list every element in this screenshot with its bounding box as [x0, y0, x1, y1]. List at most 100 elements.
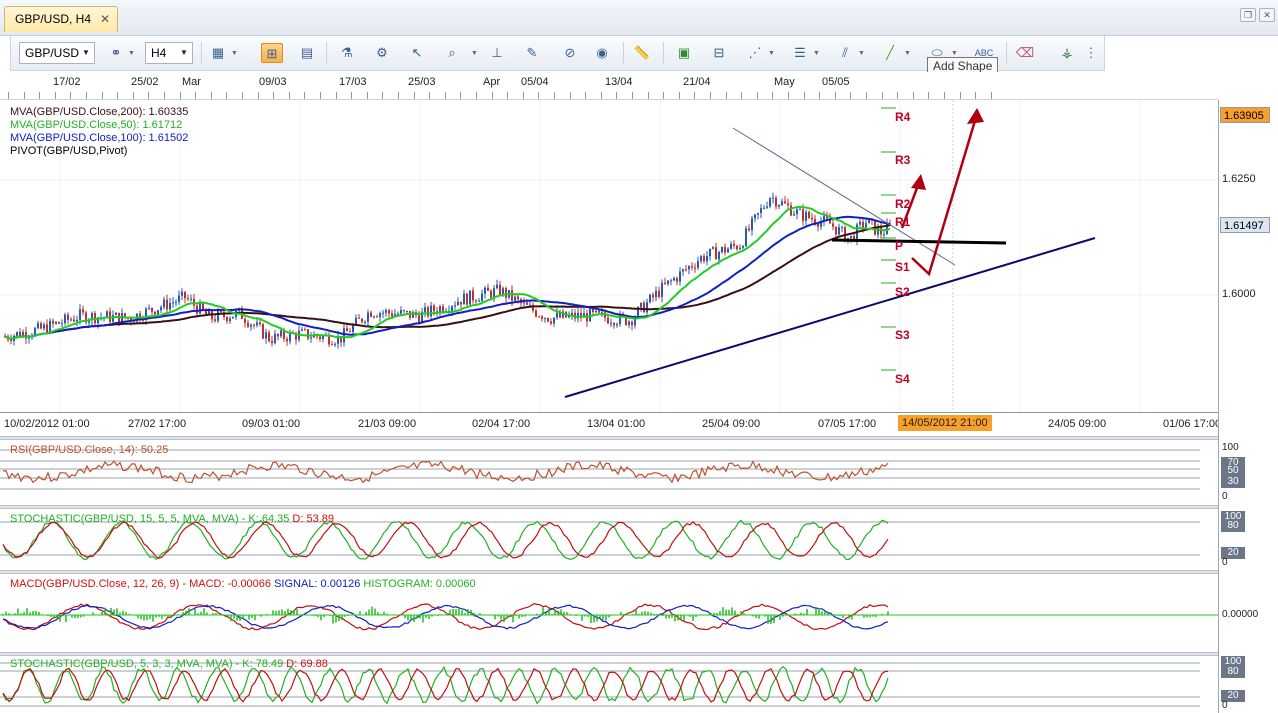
- candle-body: [286, 338, 288, 342]
- candle-body: [880, 227, 882, 235]
- trendline-edit-icon[interactable]: ✎: [521, 43, 543, 63]
- symbol-select[interactable]: GBP/USD ▼: [19, 42, 95, 64]
- axis-tick: [928, 92, 929, 99]
- close-window-icon[interactable]: ✕: [1259, 8, 1275, 22]
- more-icon[interactable]: ⋮: [1084, 43, 1098, 63]
- chevron-down-icon[interactable]: ▼: [231, 50, 238, 57]
- compass-icon[interactable]: ⊘: [559, 43, 581, 63]
- hierarchy-icon[interactable]: ⚶: [1056, 43, 1078, 63]
- panel-divider[interactable]: [0, 570, 1278, 574]
- candle-body: [250, 324, 252, 327]
- indicator-icon[interactable]: ⚗: [336, 43, 358, 63]
- candle-body: [109, 311, 111, 322]
- axis-tick: [211, 92, 212, 99]
- macd-panel[interactable]: MACD(GBP/USD.Close, 12, 26, 9) - MACD: -…: [0, 575, 1218, 653]
- candle-body: [628, 321, 630, 326]
- eraser-icon[interactable]: ⌫: [1014, 43, 1036, 63]
- data-window-icon[interactable]: ▤: [296, 43, 318, 63]
- candle-body: [274, 333, 276, 344]
- stoch2-scale-label: 80: [1221, 666, 1245, 678]
- ruler-icon[interactable]: 📏: [631, 43, 653, 63]
- candle-body: [487, 287, 489, 291]
- axis-tick: [460, 92, 461, 99]
- panel-divider[interactable]: [0, 652, 1278, 656]
- top-axis-label: Apr: [483, 76, 501, 88]
- bottom-axis-label: 24/05 09:00: [1048, 418, 1107, 430]
- candle-body: [505, 288, 507, 298]
- candle-body: [349, 331, 351, 333]
- top-axis-label: 17/02: [53, 76, 81, 88]
- stochastic-15-panel[interactable]: STOCHASTIC(GBP/USD, 15, 5, 5, MVA, MVA) …: [0, 510, 1218, 571]
- axis-tick: [398, 92, 399, 99]
- rsi-scale-label: 0: [1222, 491, 1228, 502]
- candle-body: [751, 218, 753, 231]
- candle-body: [370, 312, 372, 317]
- rsi-panel[interactable]: RSI(GBP/USD.Close, 14): 50.25: [0, 441, 1218, 508]
- chevron-down-icon[interactable]: ▼: [128, 50, 135, 57]
- pitchfork-icon[interactable]: ⫽: [834, 43, 856, 63]
- axis-tick: [570, 92, 571, 99]
- candle-body: [631, 321, 633, 326]
- zoom-icon[interactable]: ⌕: [441, 43, 463, 63]
- axis-tick: [273, 92, 274, 99]
- candle-body: [475, 300, 477, 302]
- price-axis[interactable]: 1.63905 1.61497 1.6250 1.6000 100 70 50 30 0 100 8…: [1218, 100, 1278, 713]
- template-icon[interactable]: ⊟: [708, 43, 730, 63]
- forecast-path-long[interactable]: [911, 113, 979, 277]
- axis-tick: [757, 92, 758, 99]
- timeframe-select[interactable]: H4 ▼: [145, 42, 193, 64]
- horizontal-lines-icon[interactable]: ☰: [789, 43, 811, 63]
- axis-tick: [148, 92, 149, 99]
- panel-divider[interactable]: [0, 436, 1278, 440]
- candle-body: [460, 301, 462, 305]
- candle-body: [277, 333, 279, 337]
- stoch2-legend-part: STOCHASTIC(GBP/USD, 5, 3, 3, MVA, MVA) -…: [10, 658, 284, 670]
- stochastic-5-panel[interactable]: STOCHASTIC(GBP/USD, 5, 3, 3, MVA, MVA) -…: [0, 657, 1218, 713]
- candle-body: [463, 293, 465, 305]
- chevron-down-icon[interactable]: ▼: [951, 50, 958, 57]
- candle-body: [598, 310, 600, 313]
- candle-body: [364, 321, 366, 323]
- candle-body: [745, 228, 747, 247]
- axis-tick: [648, 92, 649, 99]
- restore-window-icon[interactable]: ❐: [1240, 8, 1256, 22]
- chevron-down-icon[interactable]: ▼: [904, 50, 911, 57]
- image-icon[interactable]: ▣: [673, 43, 695, 63]
- axis-tick: [726, 92, 727, 99]
- chart-type-icon[interactable]: ▦: [207, 43, 229, 63]
- axis-tick: [538, 92, 539, 99]
- close-icon[interactable]: ✕: [99, 13, 111, 25]
- globe-icon[interactable]: ◉: [591, 43, 613, 63]
- price-chart-panel[interactable]: MVA(GBP/USD.Close,200): 1.60335 MVA(GBP/U…: [0, 100, 1218, 412]
- candle-body: [391, 313, 393, 317]
- candle-body: [166, 299, 168, 310]
- crosshair-icon[interactable]: ⊞: [261, 43, 283, 63]
- chevron-down-icon[interactable]: ▼: [471, 50, 478, 57]
- candle-body: [601, 312, 603, 314]
- resistance-trendline[interactable]: [732, 127, 956, 266]
- chevron-down-icon[interactable]: ▼: [768, 50, 775, 57]
- price-box: 1.63905: [1220, 107, 1270, 123]
- top-axis-label: 21/04: [683, 76, 711, 88]
- candle-body: [730, 243, 732, 249]
- horizontal-support-line[interactable]: [831, 238, 1007, 245]
- pen-icon[interactable]: ╱: [879, 43, 901, 63]
- strategy-icon[interactable]: ⚙: [371, 43, 393, 63]
- panel-divider[interactable]: [0, 505, 1278, 509]
- rsi-scale-label: 30: [1221, 476, 1245, 488]
- candle-body: [733, 243, 735, 246]
- link-icon[interactable]: ⚭: [105, 43, 127, 63]
- pivot-label-s1: S1: [895, 260, 910, 274]
- candle-body: [670, 280, 672, 282]
- chevron-down-icon[interactable]: ▼: [813, 50, 820, 57]
- level-line-icon[interactable]: ⊥: [486, 43, 508, 63]
- candle-body: [67, 314, 69, 320]
- candle-body: [676, 278, 678, 282]
- candle-body: [397, 313, 399, 315]
- rsi-canvas[interactable]: [0, 441, 1218, 508]
- cursor-icon[interactable]: ↖: [406, 43, 428, 63]
- chevron-down-icon[interactable]: ▼: [858, 50, 865, 57]
- candle-body: [478, 300, 480, 302]
- fibonacci-icon[interactable]: ⋰: [744, 43, 766, 63]
- tab-gbpusd-h4[interactable]: GBP/USD, H4 ✕: [4, 6, 119, 32]
